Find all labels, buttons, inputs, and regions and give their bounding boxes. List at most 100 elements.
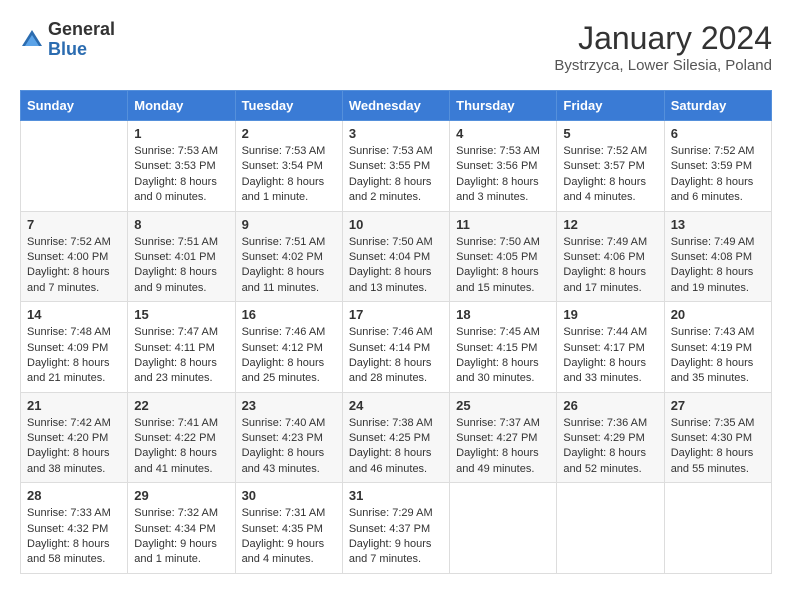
day-info: Sunrise: 7:38 AM Sunset: 4:25 PM Dayligh… [349, 416, 443, 478]
logo-icon [20, 28, 44, 52]
day-number: 15 [134, 307, 228, 322]
day-number: 25 [456, 398, 550, 413]
calendar-cell: 8 Sunrise: 7:51 AM Sunset: 4:01 PM Daylig… [128, 211, 235, 302]
calendar-cell: 31 Sunrise: 7:29 AM Sunset: 4:37 PM Dayli… [342, 483, 449, 574]
day-number: 22 [134, 398, 228, 413]
week-row-2: 7 Sunrise: 7:52 AM Sunset: 4:00 PM Daylig… [21, 211, 772, 302]
day-info: Sunrise: 7:52 AM Sunset: 3:57 PM Dayligh… [563, 144, 657, 206]
day-number: 13 [671, 217, 765, 232]
day-number: 23 [242, 398, 336, 413]
calendar-cell: 23Sunrise: 7:40 AM Sunset: 4:23 PM Dayli… [235, 392, 342, 483]
day-info: Sunrise: 7:49 AM Sunset: 4:06 PM Dayligh… [563, 235, 657, 297]
day-number: 20 [671, 307, 765, 322]
calendar-cell: 22 Sunrise: 7:41 AM Sunset: 4:22 PM Dayli… [128, 392, 235, 483]
day-info: Sunrise: 7:46 AM Sunset: 4:14 PM Dayligh… [349, 325, 443, 387]
calendar-cell: 2 Sunrise: 7:53 AM Sunset: 3:54 PM Daylig… [235, 121, 342, 212]
day-info: Sunrise: 7:32 AM Sunset: 4:34 PM Dayligh… [134, 506, 228, 568]
day-number: 4 [456, 126, 550, 141]
day-number: 7 [27, 217, 121, 232]
calendar-cell: 26 Sunrise: 7:36 AM Sunset: 4:29 PM Dayli… [557, 392, 664, 483]
day-number: 16 [242, 307, 336, 322]
day-info: Sunrise: 7:33 AM Sunset: 4:32 PM Dayligh… [27, 506, 121, 568]
header-day-sunday: Sunday [21, 91, 128, 121]
calendar-cell: 6 Sunrise: 7:52 AM Sunset: 3:59 PM Daylig… [664, 121, 771, 212]
calendar-cell: 17 Sunrise: 7:46 AM Sunset: 4:14 PM Dayli… [342, 302, 449, 393]
day-info: Sunrise: 7:52 AM Sunset: 4:00 PM Dayligh… [27, 235, 121, 297]
calendar-cell: 12 Sunrise: 7:49 AM Sunset: 4:06 PM Dayli… [557, 211, 664, 302]
calendar-cell: 16 Sunrise: 7:46 AM Sunset: 4:12 PM Dayli… [235, 302, 342, 393]
day-number: 11 [456, 217, 550, 232]
day-info: Sunrise: 7:42 AM Sunset: 4:20 PM Dayligh… [27, 416, 121, 478]
week-row-1: 1Sunrise: 7:53 AM Sunset: 3:53 PM Daylig… [21, 121, 772, 212]
calendar-cell: 11Sunrise: 7:50 AM Sunset: 4:05 PM Dayli… [450, 211, 557, 302]
calendar-cell: 14 Sunrise: 7:48 AM Sunset: 4:09 PM Dayli… [21, 302, 128, 393]
calendar-cell: 28Sunrise: 7:33 AM Sunset: 4:32 PM Dayli… [21, 483, 128, 574]
day-number: 3 [349, 126, 443, 141]
day-number: 30 [242, 488, 336, 503]
day-info: Sunrise: 7:47 AM Sunset: 4:11 PM Dayligh… [134, 325, 228, 387]
day-info: Sunrise: 7:49 AM Sunset: 4:08 PM Dayligh… [671, 235, 765, 297]
day-info: Sunrise: 7:37 AM Sunset: 4:27 PM Dayligh… [456, 416, 550, 478]
day-info: Sunrise: 7:52 AM Sunset: 3:59 PM Dayligh… [671, 144, 765, 206]
calendar-cell: 15 Sunrise: 7:47 AM Sunset: 4:11 PM Dayli… [128, 302, 235, 393]
day-info: Sunrise: 7:35 AM Sunset: 4:30 PM Dayligh… [671, 416, 765, 478]
day-number: 2 [242, 126, 336, 141]
calendar-cell: 30 Sunrise: 7:31 AM Sunset: 4:35 PM Dayli… [235, 483, 342, 574]
day-number: 8 [134, 217, 228, 232]
logo: General Blue [20, 20, 115, 60]
day-number: 19 [563, 307, 657, 322]
day-number: 24 [349, 398, 443, 413]
day-info: Sunrise: 7:48 AM Sunset: 4:09 PM Dayligh… [27, 325, 121, 387]
day-info: Sunrise: 7:31 AM Sunset: 4:35 PM Dayligh… [242, 506, 336, 568]
day-info: Sunrise: 7:29 AM Sunset: 4:37 PM Dayligh… [349, 506, 443, 568]
calendar-cell [21, 121, 128, 212]
day-number: 17 [349, 307, 443, 322]
header-day-thursday: Thursday [450, 91, 557, 121]
title-area: January 2024 Bystrzyca, Lower Silesia, P… [554, 20, 772, 74]
calendar-cell: 7 Sunrise: 7:52 AM Sunset: 4:00 PM Daylig… [21, 211, 128, 302]
day-info: Sunrise: 7:43 AM Sunset: 4:19 PM Dayligh… [671, 325, 765, 387]
logo-blue: Blue [48, 39, 87, 59]
calendar-cell: 21 Sunrise: 7:42 AM Sunset: 4:20 PM Dayli… [21, 392, 128, 483]
day-info: Sunrise: 7:53 AM Sunset: 3:56 PM Dayligh… [456, 144, 550, 206]
month-title: January 2024 [554, 20, 772, 57]
calendar-cell: 18Sunrise: 7:45 AM Sunset: 4:15 PM Dayli… [450, 302, 557, 393]
calendar-cell [664, 483, 771, 574]
calendar-cell: 4 Sunrise: 7:53 AM Sunset: 3:56 PM Daylig… [450, 121, 557, 212]
day-info: Sunrise: 7:51 AM Sunset: 4:02 PM Dayligh… [242, 235, 336, 297]
day-number: 26 [563, 398, 657, 413]
day-info: Sunrise: 7:41 AM Sunset: 4:22 PM Dayligh… [134, 416, 228, 478]
calendar-cell: 29 Sunrise: 7:32 AM Sunset: 4:34 PM Dayli… [128, 483, 235, 574]
day-info: Sunrise: 7:46 AM Sunset: 4:12 PM Dayligh… [242, 325, 336, 387]
logo-general: General [48, 19, 115, 39]
header-day-wednesday: Wednesday [342, 91, 449, 121]
day-number: 9 [242, 217, 336, 232]
day-number: 14 [27, 307, 121, 322]
header-row: SundayMondayTuesdayWednesdayThursdayFrid… [21, 91, 772, 121]
day-info: Sunrise: 7:44 AM Sunset: 4:17 PM Dayligh… [563, 325, 657, 387]
day-info: Sunrise: 7:36 AM Sunset: 4:29 PM Dayligh… [563, 416, 657, 478]
day-number: 27 [671, 398, 765, 413]
calendar-cell [557, 483, 664, 574]
day-number: 12 [563, 217, 657, 232]
logo-text: General Blue [48, 20, 115, 60]
day-number: 29 [134, 488, 228, 503]
day-number: 21 [27, 398, 121, 413]
calendar-cell: 19 Sunrise: 7:44 AM Sunset: 4:17 PM Dayli… [557, 302, 664, 393]
day-number: 6 [671, 126, 765, 141]
day-number: 31 [349, 488, 443, 503]
day-info: Sunrise: 7:50 AM Sunset: 4:04 PM Dayligh… [349, 235, 443, 297]
day-info: Sunrise: 7:51 AM Sunset: 4:01 PM Dayligh… [134, 235, 228, 297]
week-row-4: 21 Sunrise: 7:42 AM Sunset: 4:20 PM Dayli… [21, 392, 772, 483]
calendar-cell: 5 Sunrise: 7:52 AM Sunset: 3:57 PM Daylig… [557, 121, 664, 212]
header-day-friday: Friday [557, 91, 664, 121]
day-number: 5 [563, 126, 657, 141]
week-row-3: 14 Sunrise: 7:48 AM Sunset: 4:09 PM Dayli… [21, 302, 772, 393]
day-number: 18 [456, 307, 550, 322]
header: General Blue January 2024 Bystrzyca, Low… [20, 20, 772, 74]
day-info: Sunrise: 7:53 AM Sunset: 3:54 PM Dayligh… [242, 144, 336, 206]
calendar-cell: 3 Sunrise: 7:53 AM Sunset: 3:55 PM Daylig… [342, 121, 449, 212]
day-info: Sunrise: 7:53 AM Sunset: 3:55 PM Dayligh… [349, 144, 443, 206]
calendar-cell: 9 Sunrise: 7:51 AM Sunset: 4:02 PM Daylig… [235, 211, 342, 302]
calendar-cell: 24 Sunrise: 7:38 AM Sunset: 4:25 PM Dayli… [342, 392, 449, 483]
